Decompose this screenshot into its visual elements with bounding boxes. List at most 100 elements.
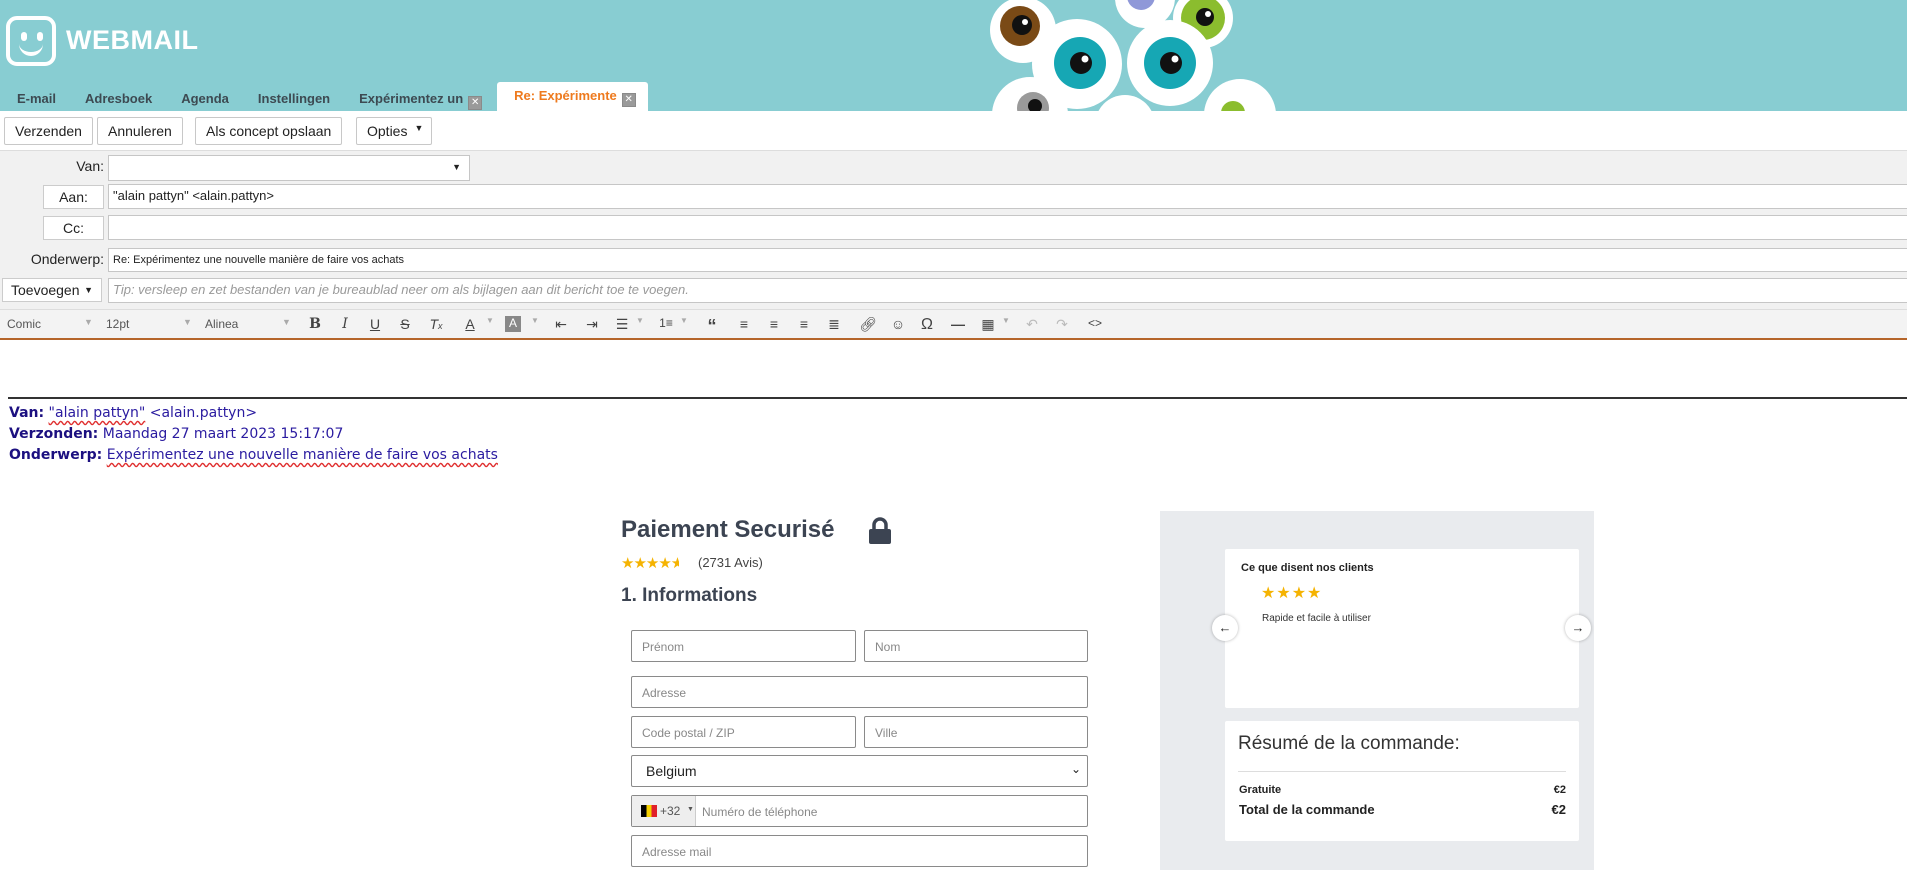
- arrow-right-icon[interactable]: →: [1565, 615, 1591, 641]
- quoted-subject-line: Onderwerp: Expérimentez une nouvelle man…: [9, 447, 498, 463]
- chevron-down-icon: ▼: [84, 317, 93, 327]
- order-sidebar: Ce que disent nos clients ★★★★ Rapide et…: [1160, 511, 1594, 870]
- table-icon[interactable]: ▦: [978, 316, 998, 334]
- tab-label: Agenda: [181, 91, 229, 106]
- quoted-from-line: Van: "alain pattyn" <alain.pattyn>: [9, 405, 257, 421]
- clear-format-icon[interactable]: Tx: [426, 316, 446, 334]
- cancel-button[interactable]: Annuleren: [97, 117, 183, 145]
- justify-icon[interactable]: ≣: [824, 316, 844, 334]
- chevron-down-icon: ▼: [282, 317, 291, 327]
- tab-email[interactable]: E-mail: [0, 86, 68, 111]
- testimonial-text: Rapide et facile à utiliser: [1262, 613, 1371, 624]
- attach-button[interactable]: Toevoegen ▼: [2, 278, 102, 302]
- indent-icon[interactable]: ⇥: [582, 316, 602, 334]
- chevron-down-icon[interactable]: ▼: [480, 316, 500, 334]
- source-code-icon[interactable]: <>: [1085, 316, 1105, 334]
- block-format-select[interactable]: Alinea ▼: [205, 317, 291, 331]
- quote-separator: [8, 397, 1907, 399]
- phone-input[interactable]: +32 ▼ Numéro de téléphone: [631, 795, 1088, 827]
- text-color-icon[interactable]: A: [460, 316, 480, 334]
- phone-code: +32: [660, 804, 681, 818]
- last-name-input[interactable]: Nom: [864, 630, 1088, 662]
- chevron-down-icon: ▼: [183, 317, 192, 327]
- outdent-icon[interactable]: ⇤: [551, 316, 571, 334]
- close-tab-icon[interactable]: ✕: [468, 96, 483, 110]
- highlight-color-icon[interactable]: A: [505, 316, 521, 332]
- close-tab-icon[interactable]: ✕: [621, 93, 636, 107]
- main-tabs: E-mail Adresboek Agenda Instellingen Exp…: [0, 82, 648, 111]
- subject-label: Onderwerp:: [30, 251, 104, 267]
- tab-settings[interactable]: Instellingen: [241, 86, 342, 111]
- summary-total-label: Total de la commande: [1239, 802, 1375, 817]
- from-label: Van:: [76, 158, 104, 174]
- bullet-list-icon[interactable]: ☰: [612, 316, 632, 334]
- bold-icon[interactable]: B: [305, 316, 325, 334]
- tab-label: Re: Expérimente: [514, 88, 617, 103]
- chevron-down-icon[interactable]: ▼: [525, 316, 545, 334]
- font-family-select[interactable]: Comic ▼: [7, 317, 93, 331]
- compose-header: Van: ▼ Aan: "alain pattyn" <alain.pattyn…: [0, 151, 1907, 309]
- summary-row-value: €2: [1553, 784, 1566, 796]
- options-button[interactable]: Opties ▼: [356, 117, 433, 145]
- arrow-left-icon[interactable]: ←: [1212, 615, 1238, 641]
- font-size-select[interactable]: 12pt ▼: [106, 317, 192, 331]
- testimonial-stars: ★★★★: [1261, 585, 1323, 602]
- lock-icon: [869, 517, 891, 544]
- chevron-down-icon: ⌄: [1070, 762, 1081, 776]
- phone-country-picker[interactable]: +32 ▼: [632, 796, 696, 826]
- underline-icon[interactable]: U: [365, 316, 385, 334]
- numbered-list-icon[interactable]: 1≡: [656, 316, 676, 334]
- chevron-down-icon[interactable]: ▼: [630, 316, 650, 334]
- zip-input[interactable]: Code postal / ZIP: [631, 716, 856, 748]
- to-field[interactable]: "alain pattyn" <alain.pattyn>: [108, 184, 1907, 209]
- address-input[interactable]: Adresse: [631, 676, 1088, 708]
- email-input[interactable]: Adresse mail: [631, 835, 1088, 867]
- order-summary-title: Résumé de la commande:: [1238, 733, 1460, 754]
- city-input[interactable]: Ville: [864, 716, 1088, 748]
- tab-agenda[interactable]: Agenda: [164, 86, 241, 111]
- link-icon[interactable]: 🔗︎: [858, 316, 878, 334]
- attachment-dropzone[interactable]: Tip: versleep en zet bestanden van je bu…: [108, 278, 1907, 303]
- undo-icon[interactable]: ↶: [1022, 316, 1042, 334]
- italic-icon[interactable]: I: [335, 316, 355, 334]
- options-label: Opties: [367, 123, 408, 139]
- redo-icon[interactable]: ↷: [1052, 316, 1072, 334]
- align-left-icon[interactable]: ≡: [734, 316, 754, 334]
- horizontal-rule-icon[interactable]: —: [948, 316, 968, 334]
- chevron-down-icon[interactable]: ▼: [674, 316, 694, 334]
- to-button[interactable]: Aan:: [43, 185, 104, 209]
- country-select[interactable]: Belgium ⌄: [631, 755, 1088, 787]
- tab-label: Expérimentez un: [359, 91, 464, 106]
- chevron-down-icon: ▼: [84, 285, 93, 295]
- testimonials-title: Ce que disent nos clients: [1241, 562, 1374, 574]
- cc-field[interactable]: [108, 215, 1907, 240]
- align-center-icon[interactable]: ≡: [764, 316, 784, 334]
- quoted-sent-value: Maandag 27 maart 2023 15:17:07: [102, 426, 344, 442]
- summary-row-label: Gratuite: [1239, 784, 1282, 796]
- chevron-down-icon: ▼: [452, 162, 461, 172]
- first-name-input[interactable]: Prénom: [631, 630, 856, 662]
- cc-button[interactable]: Cc:: [43, 216, 104, 240]
- subject-field[interactable]: Re: Expérimentez une nouvelle manière de…: [108, 248, 1907, 272]
- tab-label: Adresboek: [85, 91, 153, 106]
- chevron-down-icon[interactable]: ▼: [996, 316, 1016, 334]
- quoted-from-name: "alain pattyn": [48, 405, 146, 421]
- phone-placeholder: Numéro de téléphone: [702, 805, 818, 819]
- rating-stars: ★★★★★: [621, 555, 679, 572]
- compose-actions: Verzenden Annuleren Als concept opslaan …: [0, 111, 1907, 151]
- strikethrough-icon[interactable]: S: [395, 316, 415, 334]
- from-select[interactable]: ▼: [108, 155, 470, 181]
- tab-message-original[interactable]: Expérimentez un ✕: [342, 86, 494, 111]
- special-char-icon[interactable]: Ω: [917, 316, 937, 334]
- send-button[interactable]: Verzenden: [4, 117, 93, 145]
- blockquote-icon[interactable]: “: [702, 316, 722, 336]
- quoted-sent-label: Verzonden:: [9, 426, 99, 442]
- emoji-icon[interactable]: ☺: [888, 316, 908, 334]
- block-format-value: Alinea: [205, 317, 239, 331]
- tab-message-reply[interactable]: Re: Expérimente ✕: [497, 82, 648, 111]
- save-draft-button[interactable]: Als concept opslaan: [195, 117, 343, 145]
- belgium-flag-icon: [641, 805, 657, 817]
- message-editor[interactable]: Van: "alain pattyn" <alain.pattyn> Verzo…: [0, 341, 1907, 870]
- tab-addressbook[interactable]: Adresboek: [68, 86, 164, 111]
- align-right-icon[interactable]: ≡: [794, 316, 814, 334]
